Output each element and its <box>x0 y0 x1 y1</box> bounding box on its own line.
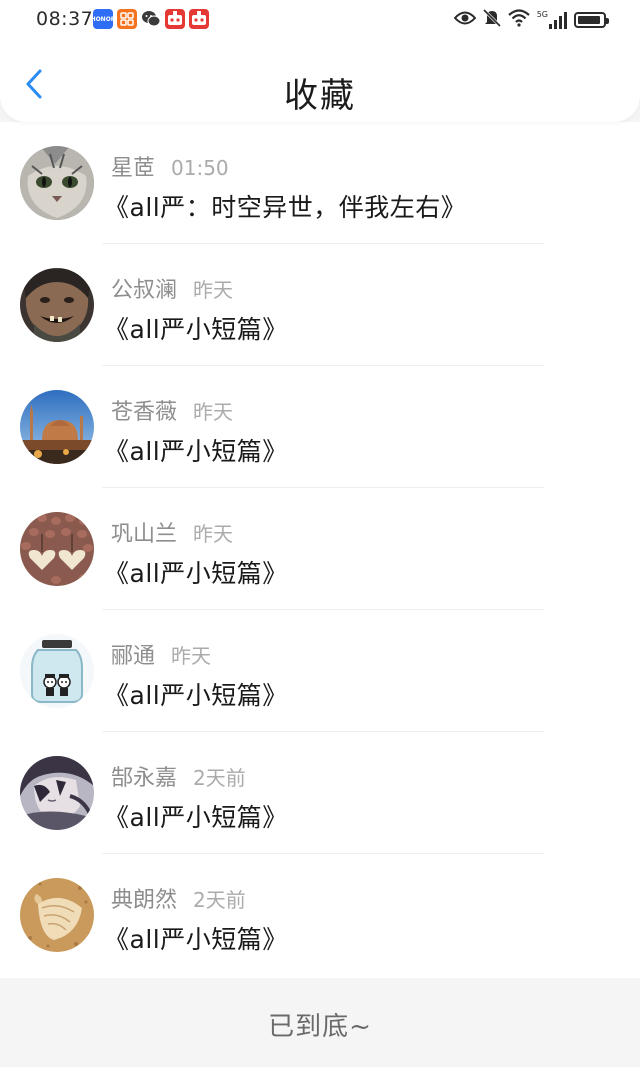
honor-icon: HONOR <box>93 9 113 29</box>
author-name: 巩山兰 <box>111 522 178 547</box>
eye-icon <box>453 10 477 30</box>
list-item[interactable]: 苍香薇 昨天 《all严小短篇》 <box>0 366 640 488</box>
item-time: 2天前 <box>193 766 246 790</box>
author-name: 郦通 <box>111 644 156 669</box>
item-author: 郜永嘉 2天前 <box>111 760 246 792</box>
item-title: 《all严小短篇》 <box>104 315 288 344</box>
item-author: 星茝 01:50 <box>111 150 229 182</box>
beans-hearts-avatar <box>20 512 94 586</box>
header: 收藏 <box>0 38 640 122</box>
collection-list: 星茝 01:50 《all严：时空异世，伴我左右》 公叔澜 昨天 《all严小短… <box>0 122 640 978</box>
author-name: 苍香薇 <box>111 400 178 425</box>
list-item[interactable]: 典朗然 2天前 《all严小短篇》 <box>0 854 640 976</box>
network-type: 5G <box>536 9 548 19</box>
cat-avatar <box>20 146 94 220</box>
wifi-icon <box>507 9 530 31</box>
item-title: 《all严小短篇》 <box>104 681 288 710</box>
list-item[interactable]: 郦通 昨天 《all严小短篇》 <box>0 610 640 732</box>
item-title: 《all严小短篇》 <box>104 437 288 466</box>
list-item[interactable]: 公叔澜 昨天 《all严小短篇》 <box>0 244 640 366</box>
item-time: 01:50 <box>171 156 229 180</box>
list-item[interactable]: 星茝 01:50 《all严：时空异世，伴我左右》 <box>0 122 640 244</box>
list-footer: 已到底~ <box>0 978 640 1067</box>
item-author: 典朗然 2天前 <box>111 882 246 914</box>
author-name: 公叔澜 <box>111 278 178 303</box>
item-author: 苍香薇 昨天 <box>111 394 233 426</box>
battery-icon <box>574 12 609 28</box>
mute-bell-icon <box>482 8 501 32</box>
item-author: 郦通 昨天 <box>111 638 211 670</box>
item-author: 公叔澜 昨天 <box>111 272 233 304</box>
item-title: 《all严小短篇》 <box>104 559 288 588</box>
status-app-icons: HONOR <box>93 9 209 29</box>
status-bar: 08:37 HONOR <box>0 0 640 38</box>
author-name: 典朗然 <box>111 888 178 913</box>
item-time: 昨天 <box>193 400 234 424</box>
page-title: 收藏 <box>284 76 356 116</box>
item-title: 《all严小短篇》 <box>104 803 288 832</box>
smiling-man-avatar <box>20 268 94 342</box>
item-time: 昨天 <box>193 278 234 302</box>
end-of-list-text: 已到底~ <box>268 1012 372 1042</box>
mosque-avatar <box>20 390 94 464</box>
shell-avatar <box>20 878 94 952</box>
item-time: 昨天 <box>171 644 212 668</box>
collection-screen: 08:37 HONOR <box>0 0 640 1067</box>
author-name: 郜永嘉 <box>111 766 178 791</box>
item-time: 2天前 <box>193 888 246 912</box>
status-indicators: 5G <box>453 8 609 32</box>
list-item[interactable]: 巩山兰 昨天 《all严小短篇》 <box>0 488 640 610</box>
red-app-icon <box>189 9 209 29</box>
item-author: 巩山兰 昨天 <box>111 516 233 548</box>
jar-cartoon-avatar <box>20 634 94 708</box>
red-app-icon <box>165 9 185 29</box>
status-time: 08:37 <box>36 8 94 30</box>
battery-level <box>578 16 600 24</box>
item-title: 《all严：时空异世，伴我左右》 <box>104 193 467 222</box>
taobao-icon <box>117 9 137 29</box>
signal-icon <box>549 11 567 29</box>
wechat-icon <box>141 9 161 29</box>
author-name: 星茝 <box>111 156 156 181</box>
anime-boy-avatar <box>20 756 94 830</box>
item-time: 昨天 <box>193 522 234 546</box>
item-title: 《all严小短篇》 <box>104 925 288 954</box>
list-item[interactable]: 郜永嘉 2天前 《all严小短篇》 <box>0 732 640 854</box>
